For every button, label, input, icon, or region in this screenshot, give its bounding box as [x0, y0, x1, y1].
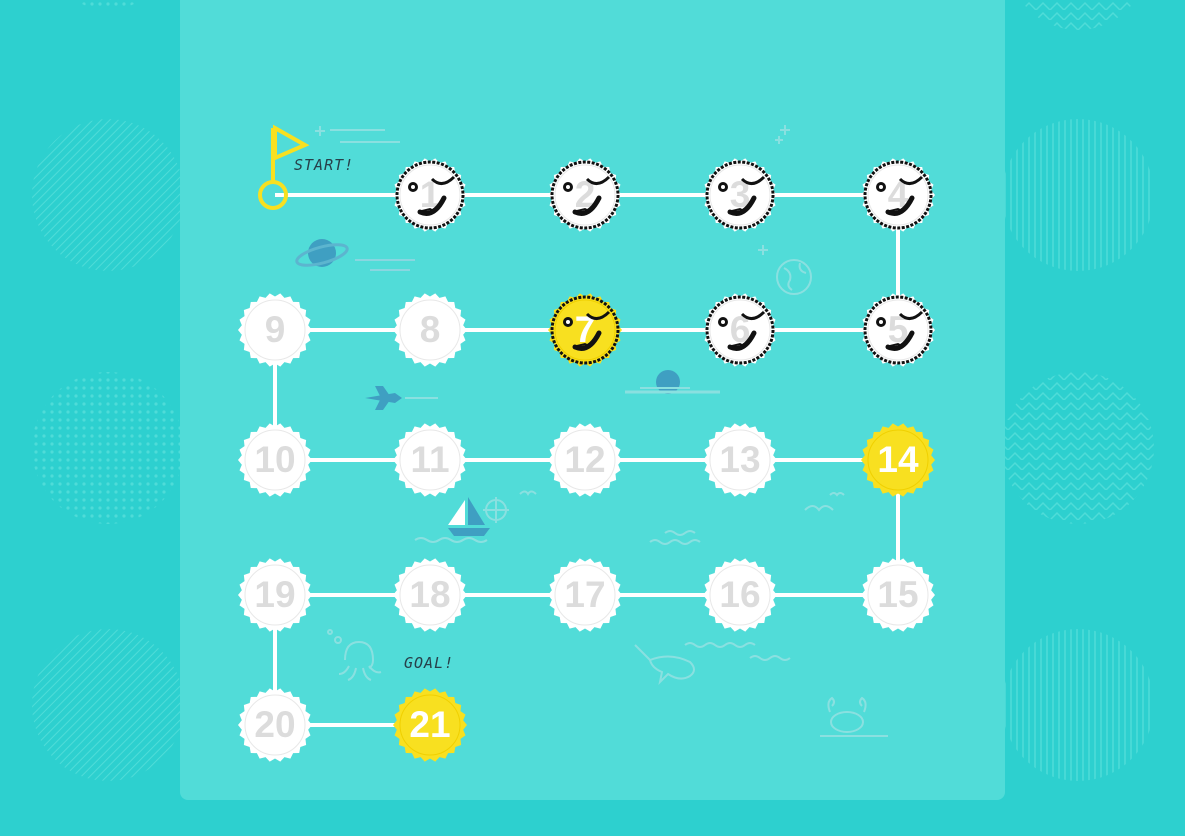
octopus-icon — [327, 629, 382, 681]
winking-face-icon — [705, 295, 775, 365]
stamp-slot-11[interactable]: 11 — [392, 422, 468, 498]
deco-circle — [74, 0, 142, 10]
stamp-slot-7[interactable]: 7 — [547, 292, 623, 368]
stamp-slot-4[interactable]: 4 — [860, 157, 936, 233]
stamp-number: 21 — [409, 704, 451, 745]
globe-icon — [776, 259, 812, 295]
sun-cloud-icon — [625, 370, 720, 394]
stamp-slot-3[interactable]: 3 — [702, 157, 778, 233]
deco-circle — [32, 119, 184, 271]
stamp-number: 13 — [719, 439, 761, 480]
compass-icon — [483, 497, 509, 523]
stamp-slot-10[interactable]: 10 — [237, 422, 313, 498]
stamp-slot-8[interactable]: 8 — [392, 292, 468, 368]
crab-icon — [820, 696, 888, 737]
winking-face-icon — [863, 160, 933, 230]
whale-icon — [634, 644, 695, 686]
stamp-slot-14[interactable]: 14 — [860, 422, 936, 498]
stamp-number: 8 — [419, 309, 441, 350]
stamp-slot-6[interactable]: 6 — [702, 292, 778, 368]
stamp-number: 19 — [254, 574, 296, 615]
stamp-slot-20[interactable]: 20 — [237, 687, 313, 763]
sailboat-icon — [414, 497, 490, 543]
deco-circle — [32, 372, 184, 524]
deco-circle — [32, 629, 184, 781]
stamp-slot-13[interactable]: 13 — [702, 422, 778, 498]
stamp-board: START! GOAL! 1 2 3 4 5 6 7 8 9 10 11 12 … — [180, 0, 1005, 800]
stamp-slot-15[interactable]: 15 — [860, 557, 936, 633]
winking-face-icon — [550, 295, 620, 365]
stamp-number: 9 — [264, 309, 286, 350]
stamp-slot-1[interactable]: 1 — [392, 157, 468, 233]
board-artwork — [258, 124, 900, 737]
stamp-slot-17[interactable]: 17 — [547, 557, 623, 633]
planet-icon — [295, 239, 415, 271]
start-label: START! — [294, 156, 355, 174]
winking-face-icon — [705, 160, 775, 230]
stamp-slot-9[interactable]: 9 — [237, 292, 313, 368]
airplane-icon — [365, 386, 438, 410]
deco-circle — [1002, 372, 1154, 524]
winking-face-icon — [863, 295, 933, 365]
stamp-number: 11 — [410, 439, 450, 480]
stamp-number: 20 — [254, 704, 296, 745]
stamp-number: 18 — [409, 574, 451, 615]
stamp-number: 12 — [564, 439, 606, 480]
stamp-slot-5[interactable]: 5 — [860, 292, 936, 368]
stamp-number: 10 — [254, 439, 296, 480]
stamp-number: 16 — [719, 574, 761, 615]
winking-face-icon — [395, 160, 465, 230]
stamp-slot-12[interactable]: 12 — [547, 422, 623, 498]
deco-circle — [1020, 0, 1136, 30]
stamp-number: 17 — [564, 574, 606, 615]
deco-circle — [1002, 629, 1154, 781]
deco-circle — [1002, 119, 1154, 271]
goal-label: GOAL! — [404, 654, 455, 672]
stamp-slot-18[interactable]: 18 — [392, 557, 468, 633]
winking-face-icon — [550, 160, 620, 230]
stamp-slot-19[interactable]: 19 — [237, 557, 313, 633]
stamp-slot-21[interactable]: 21 — [392, 687, 468, 763]
stamp-number: 15 — [877, 574, 919, 615]
stamp-slot-2[interactable]: 2 — [547, 157, 623, 233]
stamp-number: 14 — [877, 439, 919, 480]
stamp-slot-16[interactable]: 16 — [702, 557, 778, 633]
